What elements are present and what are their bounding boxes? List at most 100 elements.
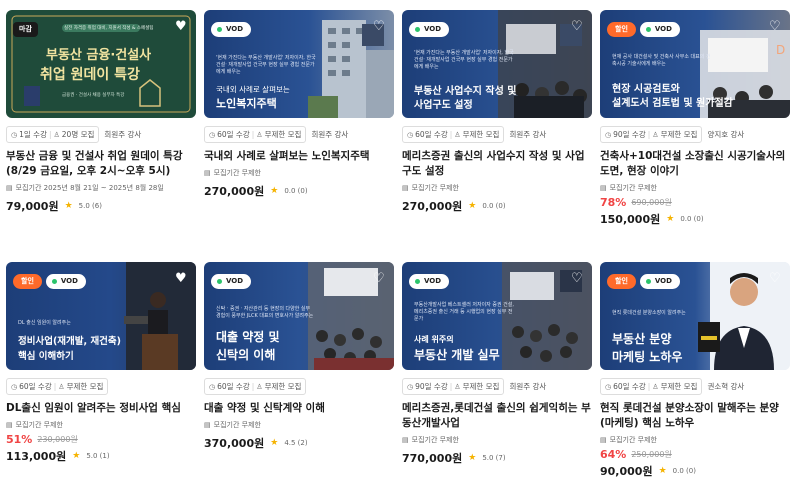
- teacher-name[interactable]: 양지호 강사: [707, 129, 744, 140]
- rating: 0.0 (0): [482, 202, 506, 210]
- course-card[interactable]: 할인 VOD ♥ DL 출신 임원이 알려주는 정비사업(재개발, 재건축) 핵…: [6, 262, 196, 464]
- heart-icon[interactable]: ♡: [769, 20, 783, 33]
- duration-text: 60일 수강: [217, 130, 250, 139]
- thumb-top-text: '현재 가진다는 부동산 개발사업' 저자이자, 한국 건설‧ 재개발사업 건국…: [414, 50, 514, 70]
- course-thumbnail[interactable]: VOD ♡ '현재 가진다는 부동산 개발사업' 저자이자, 한국 건설‧ 재개…: [204, 10, 394, 118]
- teacher-name[interactable]: 희원주 강사: [509, 381, 546, 392]
- course-meta: ◷ 60일 수강 | ♙ 무제한 모집 희원주 강사: [204, 126, 394, 143]
- heart-icon[interactable]: ♡: [373, 272, 387, 285]
- rating: 4.5 (2): [284, 439, 308, 447]
- course-thumbnail[interactable]: VOD ♡ '현재 가진다는 부동산 개발사업' 저자이자, 한국 건설‧ 재개…: [402, 10, 592, 118]
- course-thumbnail[interactable]: D 할인 VOD ♡ 현재 공사 대건설사 및 건축사 사무소 대표의 건축시공…: [600, 10, 790, 118]
- course-title[interactable]: 메리츠증권 출신의 사업수지 작성 및 사업구도 설정: [402, 149, 592, 179]
- price-row: 113,000원 ★ 5.0 (1): [6, 448, 196, 464]
- course-card[interactable]: VOD ♡ '현재 가진다는 부동산 개발사업' 저자이자, 한국 건설‧ 재개…: [204, 10, 394, 199]
- clock-icon: ◷: [605, 130, 612, 139]
- price: 90,000원: [600, 465, 653, 478]
- duration-pill: ◷ 1일 수강 | ♙ 20명 모집: [6, 126, 100, 143]
- thumb-title-line2: 신탁의 이해: [216, 348, 276, 362]
- calendar-icon: ▤: [6, 421, 13, 429]
- heart-icon[interactable]: ♡: [769, 272, 783, 285]
- course-thumbnail[interactable]: 할인 VOD ♥ DL 출신 임원이 알려주는 정비사업(재개발, 재건축) 핵…: [6, 262, 196, 370]
- user-icon: ♙: [53, 130, 60, 139]
- duration-pill: ◷ 90일 수강 | ♙ 무제한 모집: [600, 126, 703, 143]
- thumb-title-line2: 설계도서 검토법 및 원가절감: [612, 98, 733, 109]
- thumb-title-line1: 부동산 금융·건설사: [46, 48, 152, 63]
- heart-icon[interactable]: ♡: [571, 20, 585, 33]
- course-card[interactable]: D 할인 VOD ♡ 현재 공사 대건설사 및 건축사 사무소 대표의 건축시공…: [600, 10, 790, 227]
- deadline-badge: 마감: [13, 22, 38, 37]
- star-icon: ★: [64, 201, 73, 211]
- discount-badge: 할인: [607, 274, 636, 289]
- thumb-title-line2: 취업 원데이 특강: [40, 67, 140, 83]
- user-icon: ♙: [256, 130, 263, 139]
- star-icon: ★: [468, 201, 477, 211]
- price-row: 79,000원 ★ 5.0 (6): [6, 198, 196, 214]
- teacher-name[interactable]: 희원주 강사: [509, 129, 546, 140]
- thumb-title-line2: 사업구도 설정: [414, 100, 473, 111]
- calendar-icon: ▤: [204, 169, 211, 177]
- course-title[interactable]: 부동산 금융 및 건설사 취업 원데이 특강 (8/29 금요일, 오후 2시~…: [6, 149, 196, 179]
- thumb-bottom-text: 금융권 ‧ 건설사 채용 실무자 특강: [62, 93, 125, 98]
- teacher-name[interactable]: 희원주 강사: [311, 129, 348, 140]
- clock-icon: ◷: [407, 382, 414, 391]
- thumb-top-text: 현직 롯데건설 분양소장이 알려주는: [612, 310, 686, 316]
- course-thumbnail[interactable]: 마감 ♥ 실전 자격증 취업 대비, 지원서 작성 & 스페셜팁 부동산 금융·…: [6, 10, 196, 118]
- discount-row: 64% 250,000원: [600, 448, 790, 461]
- course-title[interactable]: 현직 롯데건설 분양소장이 말해주는 분양(마케팅) 핵심 노하우: [600, 401, 790, 431]
- course-title[interactable]: DL출신 임원이 알려주는 정비사업 핵심: [6, 401, 196, 416]
- heart-icon[interactable]: ♡: [571, 272, 585, 285]
- course-card[interactable]: VOD ♡ 부동산개발사업 베스트셀러 저자이자 증권 건설, 메리츠증권 출신…: [402, 262, 592, 466]
- price: 770,000원: [402, 452, 463, 465]
- duration-pill: ◷ 60일 수강 | ♙ 무제한 모집: [204, 378, 307, 395]
- capacity-text: 무제한 모집: [66, 382, 104, 391]
- vod-badge: VOD: [639, 22, 680, 37]
- vod-badge: VOD: [409, 274, 450, 289]
- course-title[interactable]: 대출 약정 및 신탁계약 이해: [204, 401, 394, 416]
- course-thumbnail[interactable]: VOD ♡ 부동산개발사업 베스트셀러 저자이자 증권 건설, 메리츠증권 출신…: [402, 262, 592, 370]
- duration-text: 90일 수강: [415, 382, 448, 391]
- course-card[interactable]: 할인 VOD ♡ 현직 롯데건설 분양소장이 알려주는 부동산 분양 마케팅 노…: [600, 262, 790, 479]
- user-icon: ♙: [454, 130, 461, 139]
- price: 270,000원: [402, 200, 463, 213]
- heart-icon[interactable]: ♡: [373, 20, 387, 33]
- course-card[interactable]: 마감 ♥ 실전 자격증 취업 대비, 지원서 작성 & 스페셜팁 부동산 금융·…: [6, 10, 196, 214]
- thumb-title-line2: 부동산 개발 실무: [414, 348, 500, 362]
- capacity-text: 무제한 모집: [660, 130, 698, 139]
- discount-rate: 51%: [6, 433, 33, 446]
- course-title[interactable]: 건축사+10대건설 소장출신 시공기술사의 도면, 현장 이야기: [600, 149, 790, 179]
- discount-rate: 64%: [600, 448, 627, 461]
- vod-badge: VOD: [45, 274, 86, 289]
- duration-text: 60일 수강: [613, 382, 646, 391]
- teacher-name[interactable]: 희원주 강사: [104, 129, 141, 140]
- calendar-icon: ▤: [600, 436, 607, 444]
- duration-text: 60일 수강: [415, 130, 448, 139]
- teacher-name[interactable]: 권소혁 강사: [707, 381, 744, 392]
- price-row: 150,000원 ★ 0.0 (0): [600, 211, 790, 227]
- period-text: 모집기간 무제한: [213, 169, 261, 177]
- period-text: 모집기간 무제한: [609, 436, 657, 444]
- heart-icon[interactable]: ♥: [175, 20, 189, 33]
- star-icon: ★: [72, 451, 81, 461]
- discount-row: 51% 230,000원: [6, 433, 196, 446]
- thumb-title-line1: 정비사업(재개발, 재건축): [18, 336, 122, 347]
- course-title[interactable]: 메리츠증권,롯데건설 출신의 쉽게익히는 부동산개발사업: [402, 401, 592, 431]
- thumb-title-line1: 부동산 분양: [612, 332, 672, 346]
- course-card[interactable]: VOD ♡ '현재 가진다는 부동산 개발사업' 저자이자, 한국 건설‧ 재개…: [402, 10, 592, 214]
- vod-badge: VOD: [409, 22, 450, 37]
- course-card[interactable]: VOD ♡ 신탁 ‧ 증권 ‧ 자산관리 등 현장의 다양한 실무 경험이 풍부…: [204, 262, 394, 451]
- course-thumbnail[interactable]: 할인 VOD ♡ 현직 롯데건설 분양소장이 알려주는 부동산 분양 마케팅 노…: [600, 262, 790, 370]
- recruit-period: ▤ 모집기간 무제한: [204, 420, 394, 430]
- recruit-period: ▤ 모집기간 무제한: [600, 183, 790, 193]
- price: 370,000원: [204, 437, 265, 450]
- star-icon: ★: [658, 466, 667, 476]
- course-title[interactable]: 국내외 사례로 살펴보는 노인복지주택: [204, 149, 394, 164]
- recruit-period: ▤ 모집기간 무제한: [6, 420, 196, 430]
- thumb-top-text: 신탁 ‧ 증권 ‧ 자산관리 등 현장의 다양한 실무 경험이 풍부한 JLCK…: [216, 306, 314, 319]
- course-thumbnail[interactable]: VOD ♡ 신탁 ‧ 증권 ‧ 자산관리 등 현장의 다양한 실무 경험이 풍부…: [204, 262, 394, 370]
- star-icon: ★: [270, 438, 279, 448]
- star-icon: ★: [270, 186, 279, 196]
- course-meta: ◷ 60일 수강 | ♙ 무제한 모집: [6, 378, 196, 395]
- period-text: 모집기간 2025년 8월 21일 ~ 2025년 8월 28일: [15, 184, 164, 192]
- heart-icon[interactable]: ♥: [175, 272, 189, 285]
